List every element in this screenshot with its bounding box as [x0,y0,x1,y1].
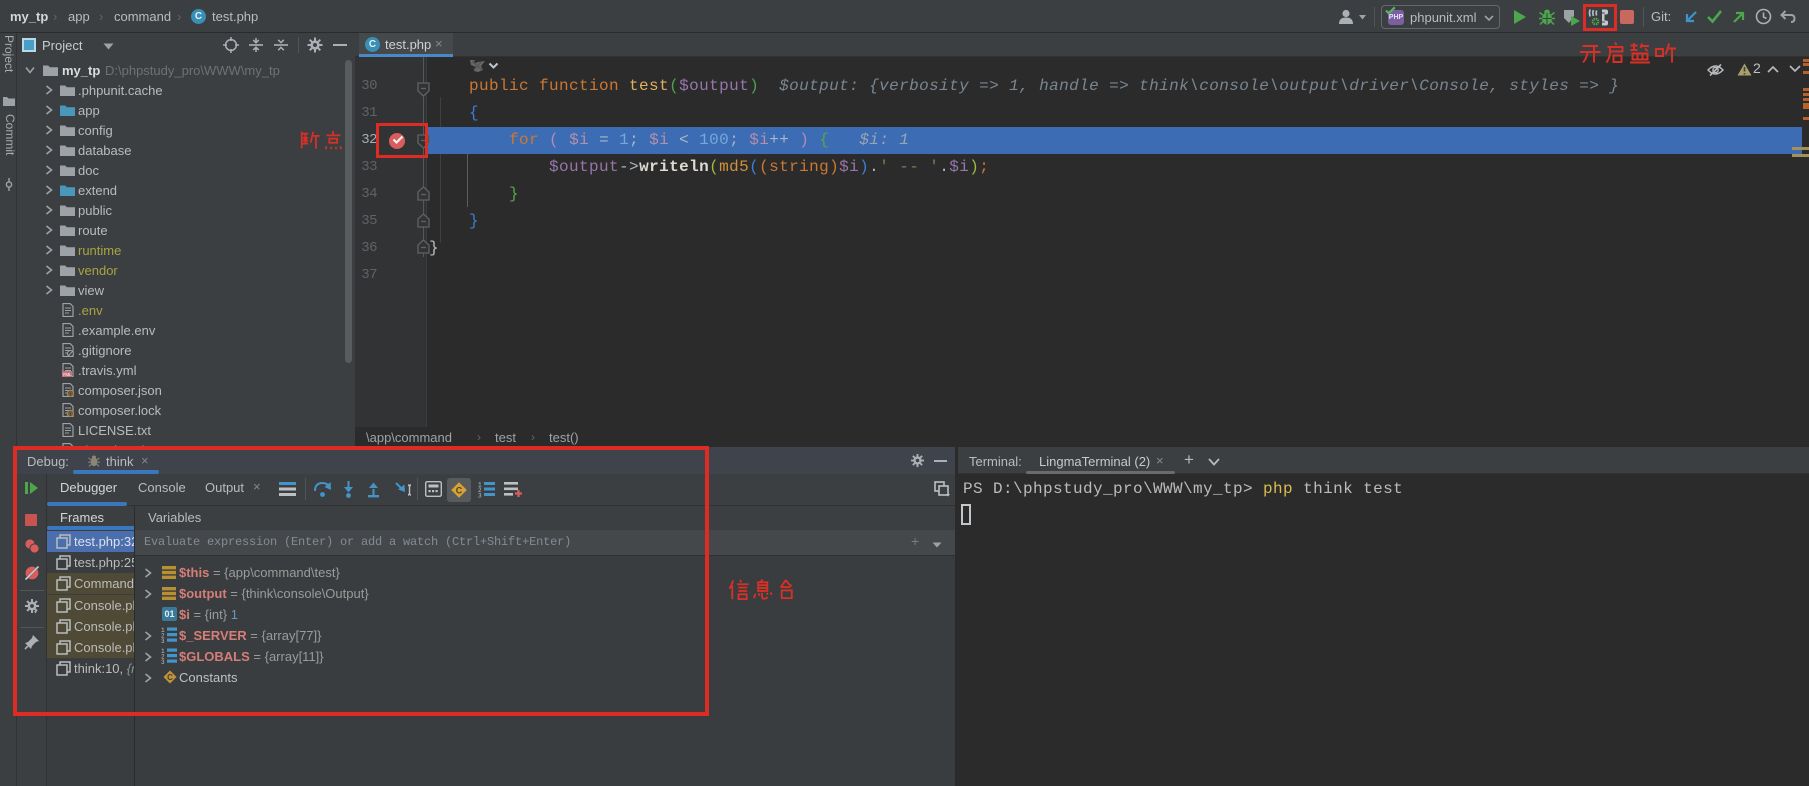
svg-text:3: 3 [161,638,165,643]
svg-text:3: 3 [161,659,165,664]
svg-text:@: @ [68,412,74,418]
svg-text:YML: YML [62,372,72,377]
svg-text:C: C [167,673,173,682]
svg-text:C: C [456,486,463,496]
svg-text:3: 3 [478,493,482,499]
svg-text:@: @ [68,392,74,398]
